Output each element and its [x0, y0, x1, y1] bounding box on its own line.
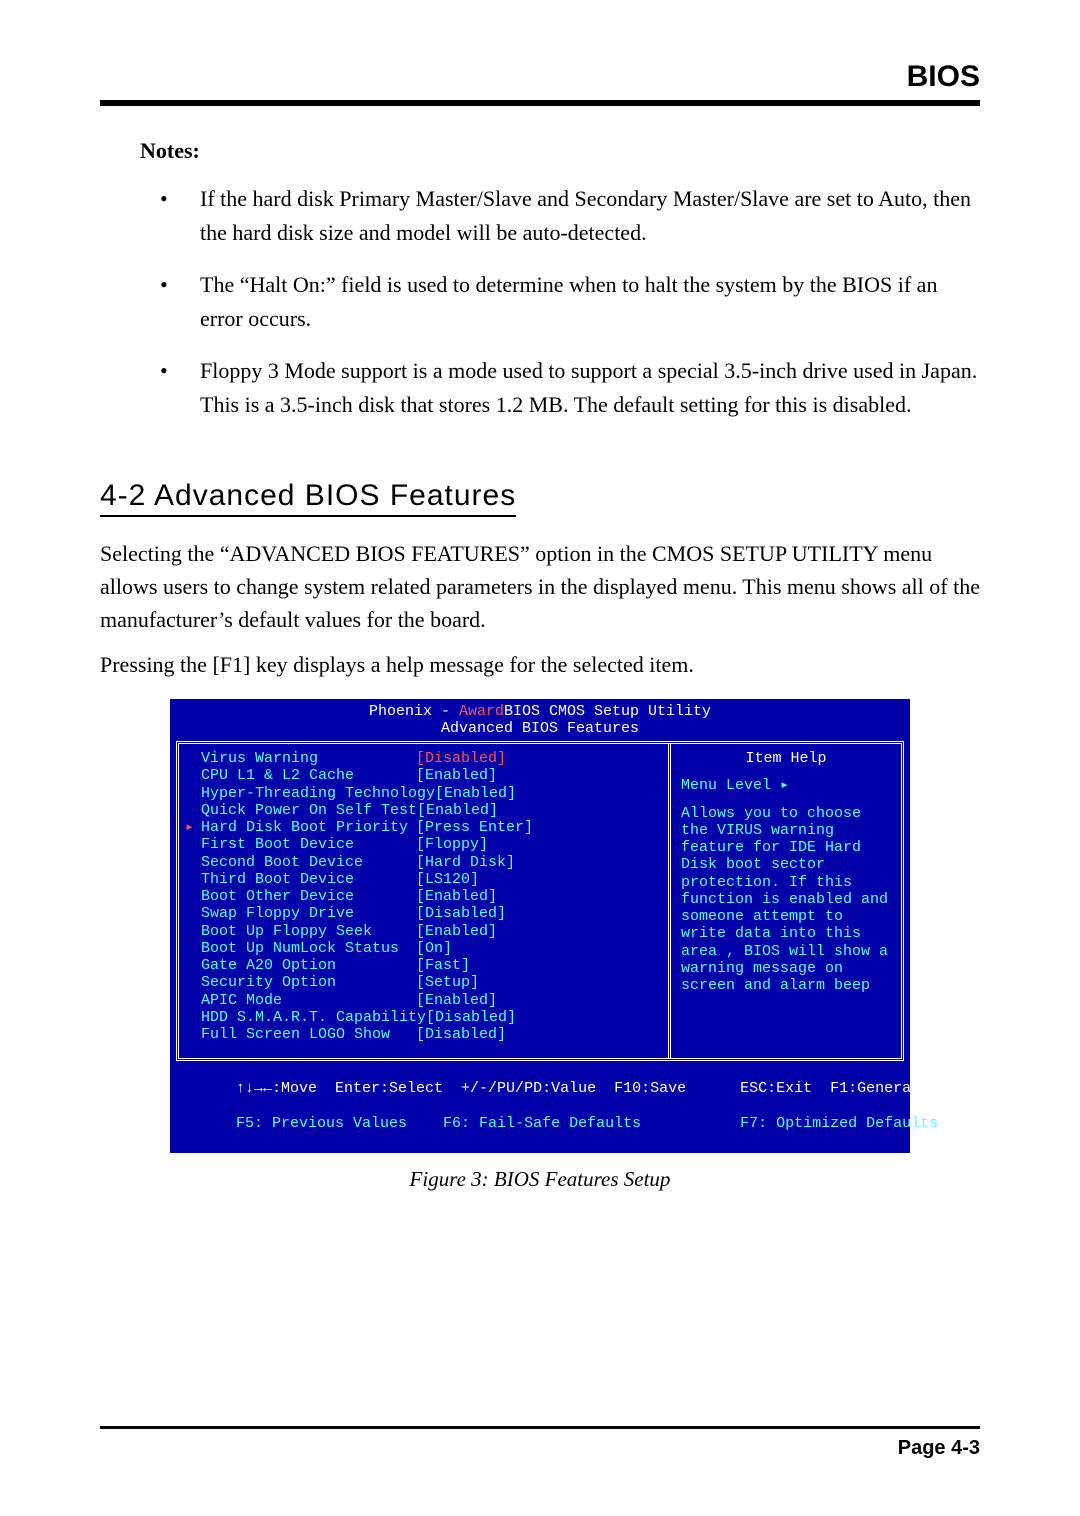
bios-setting-value[interactable]: [Setup]: [416, 974, 479, 991]
bios-setting-label: Boot Up Floppy Seek: [201, 923, 416, 940]
bios-footer-left: ↑↓→←:Move Enter:Select +/-/PU/PD:Value F…: [182, 1063, 686, 1149]
menu-level-label: Menu Level ▸: [681, 777, 891, 794]
bios-setting-row[interactable]: First Boot Device[Floppy]: [201, 836, 658, 853]
bios-setting-row[interactable]: Hyper-Threading Technology[Enabled]: [201, 785, 658, 802]
bios-setting-row[interactable]: CPU L1 & L2 Cache[Enabled]: [201, 767, 658, 784]
bios-setting-row[interactable]: Full Screen LOGO Show[Disabled]: [201, 1026, 658, 1043]
bios-setting-row[interactable]: Second Boot Device[Hard Disk]: [201, 854, 658, 871]
bios-setting-label: Hyper-Threading Technology: [201, 785, 435, 802]
bios-setting-row[interactable]: Quick Power On Self Test[Enabled]: [201, 802, 658, 819]
bios-setting-row[interactable]: Boot Up NumLock Status[On]: [201, 940, 658, 957]
bios-setting-row[interactable]: Third Boot Device[LS120]: [201, 871, 658, 888]
bios-setting-value[interactable]: [Enabled]: [416, 992, 497, 1009]
bios-frame: Virus Warning[Disabled]CPU L1 & L2 Cache…: [176, 741, 904, 1061]
bios-setting-label: Gate A20 Option: [201, 957, 416, 974]
notes-block: Notes: If the hard disk Primary Master/S…: [140, 138, 980, 423]
bios-footer-right: ESC:Exit F1:General Help F7: Optimized D…: [686, 1063, 965, 1149]
bios-setting-value[interactable]: [Enabled]: [416, 767, 497, 784]
notes-item: If the hard disk Primary Master/Slave an…: [150, 182, 980, 250]
bios-setting-value[interactable]: [Hard Disk]: [416, 854, 515, 871]
item-help-heading: Item Help: [681, 750, 891, 767]
bios-setting-row[interactable]: Swap Floppy Drive[Disabled]: [201, 905, 658, 922]
bios-setting-label: Quick Power On Self Test: [201, 802, 417, 819]
bios-footer-line1b: ESC:Exit F1:General Help: [740, 1080, 965, 1097]
item-help-text: Allows you to choose the VIRUS warning f…: [681, 805, 891, 995]
bios-title: Phoenix - AwardBIOS CMOS Setup Utility A…: [176, 703, 904, 738]
bios-setting-label: Boot Other Device: [201, 888, 416, 905]
bios-setting-row[interactable]: Boot Other Device[Enabled]: [201, 888, 658, 905]
bios-setting-label: Hard Disk Boot Priority: [201, 819, 416, 836]
bios-setting-value[interactable]: [On]: [416, 940, 452, 957]
bios-setting-row[interactable]: Security Option[Setup]: [201, 974, 658, 991]
section-title: 4-2 Advanced BIOS Features: [100, 479, 516, 517]
bios-setting-label: Full Screen LOGO Show: [201, 1026, 416, 1043]
notes-item: The “Halt On:” field is used to determin…: [150, 268, 980, 336]
page-number: Page 4-3: [100, 1437, 980, 1460]
bios-setting-value[interactable]: [Enabled]: [417, 802, 498, 819]
bios-setting-row[interactable]: Virus Warning[Disabled]: [201, 750, 658, 767]
bios-setting-value[interactable]: [Enabled]: [416, 888, 497, 905]
bios-setting-value[interactable]: [Enabled]: [435, 785, 516, 802]
bios-setting-value[interactable]: [Disabled]: [416, 750, 506, 767]
bios-setting-label: Third Boot Device: [201, 871, 416, 888]
bios-setting-value[interactable]: [Disabled]: [416, 1026, 506, 1043]
page-footer: Page 4-3: [100, 1426, 980, 1460]
bios-setting-label: HDD S.M.A.R.T. Capability: [201, 1009, 426, 1026]
header-divider: [100, 100, 980, 106]
bios-setting-label: Swap Floppy Drive: [201, 905, 416, 922]
submenu-marker-icon: ▸: [185, 819, 194, 836]
bios-title-brand: Phoenix -: [369, 703, 459, 720]
bios-title-rest: BIOS CMOS Setup Utility: [504, 703, 711, 720]
bios-footer-line2b: F7: Optimized Defaults: [740, 1115, 938, 1132]
notes-heading: Notes:: [140, 138, 980, 164]
bios-setting-label: Virus Warning: [201, 750, 416, 767]
bios-setting-value[interactable]: [Fast]: [416, 957, 470, 974]
bios-subtitle: Advanced BIOS Features: [441, 720, 639, 737]
bios-footer-line1a: ↑↓→←:Move Enter:Select +/-/PU/PD:Value F…: [236, 1080, 686, 1097]
bios-setting-row[interactable]: ▸Hard Disk Boot Priority[Press Enter]: [201, 819, 658, 836]
bios-setting-row[interactable]: APIC Mode[Enabled]: [201, 992, 658, 1009]
bios-footer: ↑↓→←:Move Enter:Select +/-/PU/PD:Value F…: [176, 1061, 904, 1149]
notes-list: If the hard disk Primary Master/Slave an…: [150, 182, 980, 423]
bios-help-pane: Item Help Menu Level ▸ Allows you to cho…: [671, 744, 901, 1058]
footer-divider: [100, 1426, 980, 1429]
bios-setting-label: Boot Up NumLock Status: [201, 940, 416, 957]
bios-setting-value[interactable]: [LS120]: [416, 871, 479, 888]
bios-setting-row[interactable]: HDD S.M.A.R.T. Capability[Disabled]: [201, 1009, 658, 1026]
bios-setting-label: Second Boot Device: [201, 854, 416, 871]
bios-setting-row[interactable]: Boot Up Floppy Seek[Enabled]: [201, 923, 658, 940]
figure-caption: Figure 3: BIOS Features Setup: [100, 1167, 980, 1192]
bios-setting-value[interactable]: [Disabled]: [416, 905, 506, 922]
bios-setting-value[interactable]: [Enabled]: [416, 923, 497, 940]
bios-setting-value[interactable]: [Disabled]: [426, 1009, 516, 1026]
bios-setting-label: Security Option: [201, 974, 416, 991]
bios-setting-value[interactable]: [Press Enter]: [416, 819, 533, 836]
bios-screenshot: Phoenix - AwardBIOS CMOS Setup Utility A…: [170, 699, 910, 1154]
bios-footer-line2a: F5: Previous Values F6: Fail-Safe Defaul…: [236, 1115, 641, 1132]
bios-setting-row[interactable]: Gate A20 Option[Fast]: [201, 957, 658, 974]
bios-title-award: Award: [459, 703, 504, 720]
bios-settings-pane: Virus Warning[Disabled]CPU L1 & L2 Cache…: [179, 744, 671, 1058]
notes-item: Floppy 3 Mode support is a mode used to …: [150, 354, 980, 422]
page-header-label: BIOS: [100, 60, 980, 94]
section-body: Selecting the “ADVANCED BIOS FEATURES” o…: [100, 537, 980, 681]
section-paragraph: Selecting the “ADVANCED BIOS FEATURES” o…: [100, 537, 980, 636]
bios-setting-label: APIC Mode: [201, 992, 416, 1009]
section-paragraph: Pressing the [F1] key displays a help me…: [100, 648, 980, 681]
bios-setting-value[interactable]: [Floppy]: [416, 836, 488, 853]
bios-setting-label: First Boot Device: [201, 836, 416, 853]
bios-setting-label: CPU L1 & L2 Cache: [201, 767, 416, 784]
